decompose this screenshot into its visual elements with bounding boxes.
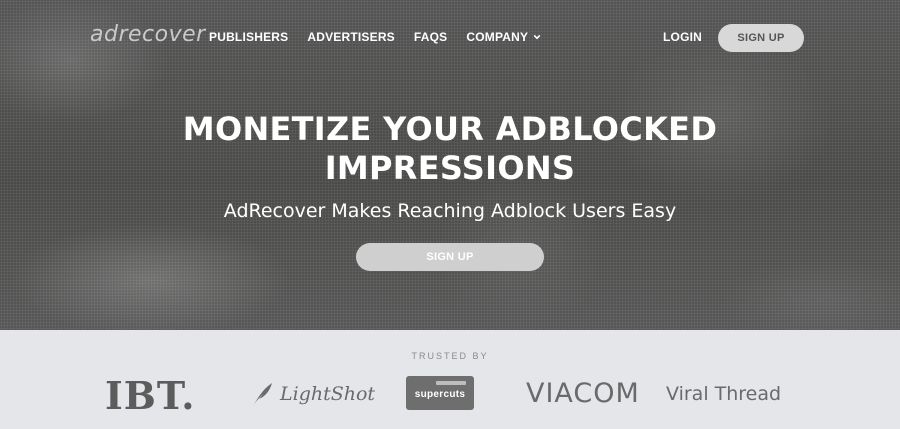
hero-section: adrecover PUBLISHERS ADVERTISERS FAQS CO… xyxy=(0,0,900,330)
viral-thread-logo: Viral Thread xyxy=(666,383,782,405)
ibt-logo: IBT. xyxy=(105,373,196,418)
lightshot-text: LightShot xyxy=(280,383,376,405)
main-nav: PUBLISHERS ADVERTISERS FAQS COMPANY xyxy=(209,30,560,44)
top-navbar: adrecover PUBLISHERS ADVERTISERS FAQS CO… xyxy=(0,0,900,74)
nav-publishers-link[interactable]: PUBLISHERS xyxy=(209,30,288,44)
viacom-logo: VIACOM xyxy=(526,378,640,409)
hero-headline: MONETIZE YOUR ADBLOCKED IMPRESSIONS xyxy=(0,110,900,188)
nav-company-label: COMPANY xyxy=(466,30,529,44)
login-link[interactable]: LOGIN xyxy=(663,30,702,44)
lightshot-logo: LightShot xyxy=(250,380,375,408)
nav-faqs-link[interactable]: FAQS xyxy=(414,30,447,44)
hero-subheadline: AdRecover Makes Reaching Adblock Users E… xyxy=(223,200,677,222)
feather-icon xyxy=(253,383,272,406)
hero-signup-button[interactable]: SIGN UP xyxy=(356,243,544,271)
site-logo[interactable]: adrecover xyxy=(90,22,206,47)
headline-line-2: IMPRESSIONS xyxy=(324,149,576,187)
nav-signup-button[interactable]: SIGN UP xyxy=(718,24,804,52)
nav-company-dropdown[interactable]: COMPANY xyxy=(466,30,541,44)
chevron-down-icon xyxy=(533,34,541,40)
supercuts-logo: supercuts xyxy=(406,376,474,410)
headline-line-1: MONETIZE YOUR ADBLOCKED xyxy=(182,110,718,148)
trusted-by-label: TRUSTED BY xyxy=(411,351,489,361)
nav-advertisers-link[interactable]: ADVERTISERS xyxy=(307,30,395,44)
trusted-by-section: TRUSTED BY IBT. LightShot supercuts VIAC… xyxy=(0,330,900,429)
